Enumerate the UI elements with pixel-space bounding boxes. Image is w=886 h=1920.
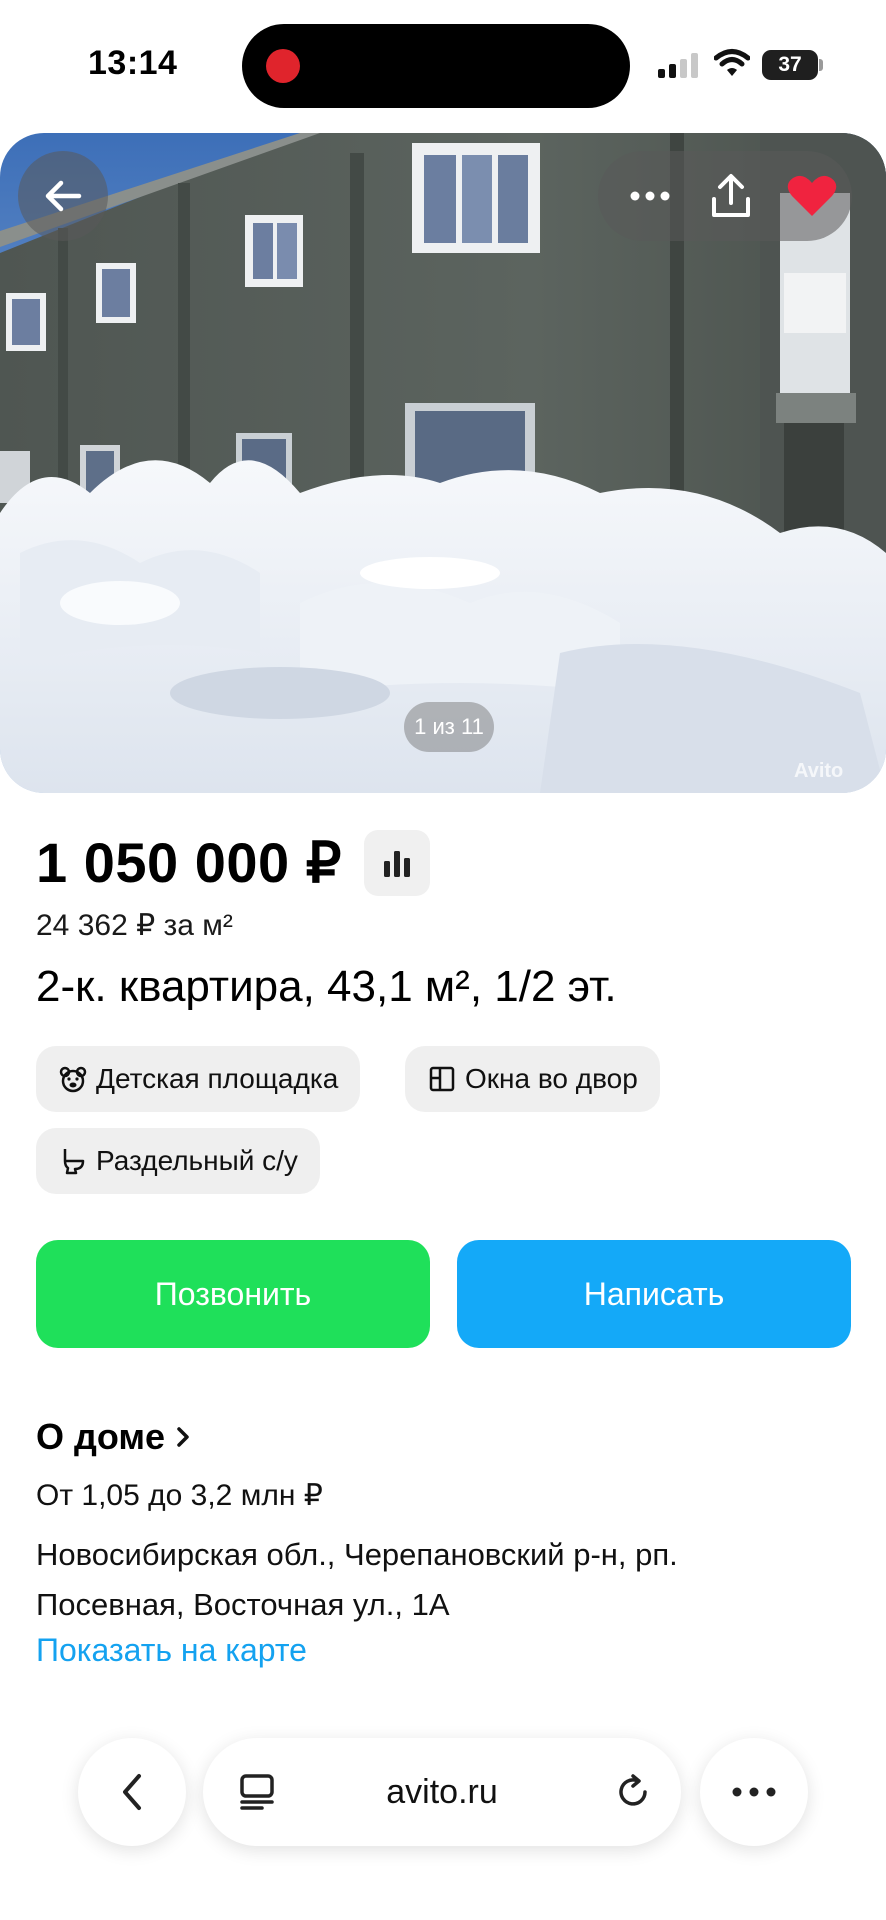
price: 1 050 000 ₽ [36, 831, 342, 894]
photo-actions [598, 151, 852, 241]
battery-tip [819, 59, 823, 71]
teddy-bear-icon [58, 1064, 88, 1094]
address-bar[interactable]: avito.ru [203, 1738, 681, 1846]
browser-back-button[interactable] [78, 1738, 186, 1846]
more-dots-icon [630, 191, 670, 201]
reload-button[interactable] [593, 1738, 673, 1846]
show-on-map-link[interactable]: Показать на карте [36, 1632, 307, 1669]
feature-chip-playground[interactable]: Детская площадка [36, 1046, 361, 1112]
dynamic-island [242, 24, 630, 108]
avito-watermark: Avito [794, 760, 844, 782]
reload-icon [619, 1774, 647, 1806]
feature-chip-windows[interactable]: Окна во двор [405, 1046, 660, 1112]
price-history-button[interactable] [363, 830, 430, 896]
address: Новосибирская обл., Черепановский р-н, р… [36, 1537, 678, 1622]
recording-indicator-icon [266, 49, 300, 83]
price-row: 1 050 000 ₽ [36, 830, 430, 896]
house-price-range: От 1,05 до 3,2 млн ₽ [36, 1479, 323, 1512]
chevron-right-icon [177, 1427, 189, 1447]
heart-icon [787, 175, 837, 216]
clock: 13:14 [88, 44, 178, 82]
more-dots-icon [732, 1787, 776, 1797]
call-button[interactable]: Позвонить [36, 1240, 430, 1348]
arrow-left-icon [45, 180, 82, 212]
more-button[interactable] [610, 151, 690, 241]
status-bar: 13:14 37 [0, 0, 886, 130]
toilet-icon [58, 1146, 88, 1176]
battery-indicator: 37 [762, 50, 818, 80]
favorite-button[interactable] [772, 151, 852, 241]
back-button[interactable] [18, 151, 108, 241]
feature-chip-label: Раздельный с/у [96, 1145, 298, 1176]
listing-photo[interactable]: 1 из 11 Avito [0, 133, 886, 793]
browser-more-button[interactable] [700, 1738, 808, 1846]
share-button[interactable] [691, 151, 771, 241]
window-icon [427, 1064, 457, 1094]
wifi-icon [714, 49, 750, 76]
cellular-signal-icon [658, 52, 702, 78]
photo-counter: 1 из 11 [404, 702, 494, 752]
chevron-left-icon [123, 1774, 141, 1810]
write-button[interactable]: Написать [457, 1240, 851, 1348]
feature-chip-label: Детская площадка [96, 1063, 339, 1094]
share-icon [712, 174, 750, 217]
about-house-title: О доме [36, 1416, 166, 1457]
price-per-square-meter: 24 362 ₽ за м² [36, 909, 233, 942]
feature-chip-bathroom[interactable]: Раздельный с/у [36, 1128, 320, 1194]
bar-chart-icon [383, 851, 410, 877]
about-house-link[interactable]: О доме [36, 1416, 191, 1458]
feature-chip-label: Окна во двор [465, 1063, 638, 1094]
listing-title: 2-к. квартира, 43,1 м², 1/2 эт. [36, 962, 617, 1011]
